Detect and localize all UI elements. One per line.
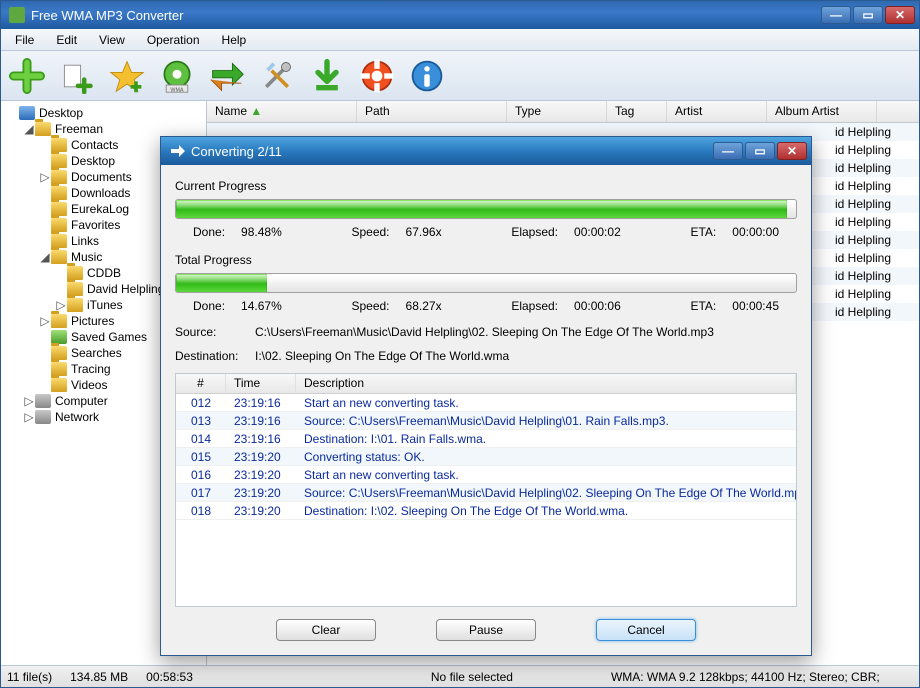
dialog-title: Converting 2/11 (191, 144, 713, 159)
close-button[interactable]: ✕ (885, 6, 915, 24)
menu-view[interactable]: View (89, 30, 135, 50)
total-speed-value: 68.27x (406, 299, 442, 313)
log-table[interactable]: # Time Description 01223:19:16Start an n… (175, 373, 797, 607)
add-small-button[interactable] (57, 56, 97, 96)
minimize-button[interactable]: ― (821, 6, 851, 24)
menu-help[interactable]: Help (212, 30, 257, 50)
dialog-minimize-button[interactable]: ― (713, 142, 743, 160)
dialog-close-button[interactable]: ✕ (777, 142, 807, 160)
log-row[interactable]: 01623:19:20Start an new converting task. (176, 466, 796, 484)
log-row[interactable]: 01423:19:16Destination: I:\01. Rain Fall… (176, 430, 796, 448)
cancel-button[interactable]: Cancel (596, 619, 696, 641)
menu-file[interactable]: File (5, 30, 44, 50)
download-button[interactable] (307, 56, 347, 96)
status-format: WMA: WMA 9.2 128kbps; 44100 Hz; Stereo; … (611, 670, 880, 684)
converting-dialog: Converting 2/11 ― ▭ ✕ Current Progress D… (160, 136, 812, 656)
maximize-button[interactable]: ▭ (853, 6, 883, 24)
current-speed-value: 67.96x (406, 225, 442, 239)
log-row[interactable]: 01223:19:16Start an new converting task. (176, 394, 796, 412)
about-button[interactable] (407, 56, 447, 96)
window-title: Free WMA MP3 Converter (31, 8, 821, 23)
destination-path: I:\02. Sleeping On The Edge Of The World… (255, 349, 509, 363)
add-file-button[interactable] (7, 56, 47, 96)
menu-operation[interactable]: Operation (137, 30, 210, 50)
dialog-maximize-button[interactable]: ▭ (745, 142, 775, 160)
current-progress-bar (175, 199, 797, 219)
convert-icon (169, 143, 185, 159)
log-row[interactable]: 01523:19:20Converting status: OK. (176, 448, 796, 466)
app-icon (9, 7, 25, 23)
convert-button[interactable] (207, 56, 247, 96)
list-col-artist[interactable]: Artist (667, 101, 767, 122)
status-size: 134.85 MB (70, 670, 128, 684)
log-row[interactable]: 01823:19:20Destination: I:\02. Sleeping … (176, 502, 796, 520)
log-col-desc[interactable]: Description (296, 374, 796, 393)
status-selection: No file selected (431, 670, 513, 684)
log-col-num[interactable]: # (176, 374, 226, 393)
settings-button[interactable] (257, 56, 297, 96)
total-eta-value: 00:00:45 (732, 299, 779, 313)
toolbar: WMA (1, 51, 919, 101)
output-format-button[interactable]: WMA (157, 56, 197, 96)
status-file-count: 11 file(s) (7, 670, 52, 684)
list-col-album-artist[interactable]: Album Artist (767, 101, 877, 122)
list-col-type[interactable]: Type (507, 101, 607, 122)
total-progress-bar (175, 273, 797, 293)
total-progress-label: Total Progress (175, 253, 797, 267)
source-path: C:\Users\Freeman\Music\David Helpling\02… (255, 325, 714, 339)
dialog-titlebar[interactable]: Converting 2/11 ― ▭ ✕ (161, 137, 811, 165)
tree-item[interactable]: Desktop (3, 105, 204, 121)
titlebar[interactable]: Free WMA MP3 Converter ― ▭ ✕ (1, 1, 919, 29)
log-row[interactable]: 01723:19:20Source: C:\Users\Freeman\Musi… (176, 484, 796, 502)
current-done-value: 98.48% (241, 225, 282, 239)
favorites-button[interactable] (107, 56, 147, 96)
pause-button[interactable]: Pause (436, 619, 536, 641)
current-elapsed-value: 00:00:02 (574, 225, 621, 239)
tree-item[interactable]: ◢Freeman (3, 121, 204, 137)
current-progress-label: Current Progress (175, 179, 797, 193)
total-elapsed-value: 00:00:06 (574, 299, 621, 313)
statusbar: 11 file(s) 134.85 MB 00:58:53 No file se… (1, 665, 919, 687)
status-duration: 00:58:53 (146, 670, 193, 684)
menubar: FileEditViewOperationHelp (1, 29, 919, 51)
svg-text:WMA: WMA (170, 87, 184, 93)
clear-button[interactable]: Clear (276, 619, 376, 641)
list-col-tag[interactable]: Tag (607, 101, 667, 122)
menu-edit[interactable]: Edit (46, 30, 87, 50)
log-row[interactable]: 01323:19:16Source: C:\Users\Freeman\Musi… (176, 412, 796, 430)
log-col-time[interactable]: Time (226, 374, 296, 393)
current-eta-value: 00:00:00 (732, 225, 779, 239)
help-button[interactable] (357, 56, 397, 96)
list-col-name[interactable]: Name ▲ (207, 101, 357, 122)
list-col-path[interactable]: Path (357, 101, 507, 122)
total-done-value: 14.67% (241, 299, 282, 313)
